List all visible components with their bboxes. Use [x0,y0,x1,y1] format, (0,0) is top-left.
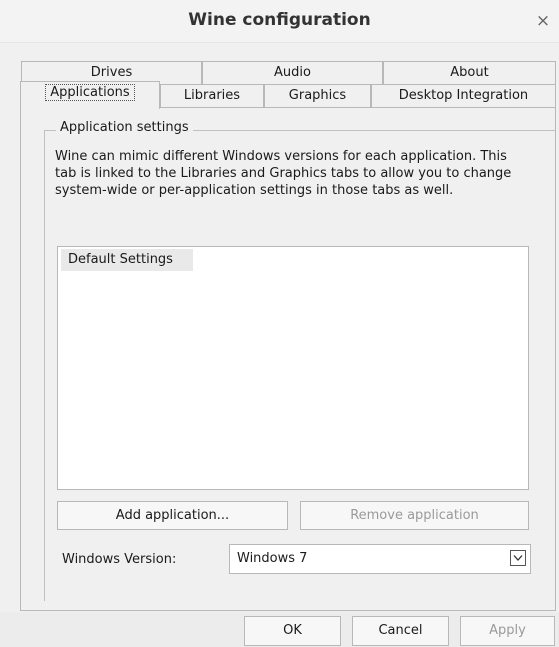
remove-application-button[interactable]: Remove application [300,501,529,530]
windows-version-value: Windows 7 [237,551,308,566]
applications-list[interactable]: Default Settings [57,246,529,490]
tab-applications[interactable]: Applications [20,81,160,109]
group-label: Application settings [56,120,193,135]
group-description: Wine can mimic different Windows version… [55,149,512,198]
apply-button[interactable]: Apply [460,616,555,646]
list-item[interactable]: Default Settings [61,249,193,271]
window-title: Wine configuration [188,10,371,30]
close-icon[interactable]: × [533,11,553,31]
ok-button[interactable]: OK [244,616,341,646]
chevron-down-icon[interactable] [510,550,526,566]
windows-version-select[interactable]: Windows 7 [229,544,531,574]
windows-version-label: Windows Version: [62,552,177,567]
add-application-button[interactable]: Add application... [57,501,288,530]
tab-audio[interactable]: Audio [202,61,383,84]
tab-about[interactable]: About [383,61,556,84]
tab-desktop-integration[interactable]: Desktop Integration [371,84,556,108]
tab-graphics[interactable]: Graphics [264,84,371,108]
title-bar: Wine configuration × [0,0,559,43]
tab-applications-label: Applications [45,84,135,101]
tab-libraries[interactable]: Libraries [160,84,264,108]
cancel-button[interactable]: Cancel [352,616,449,646]
